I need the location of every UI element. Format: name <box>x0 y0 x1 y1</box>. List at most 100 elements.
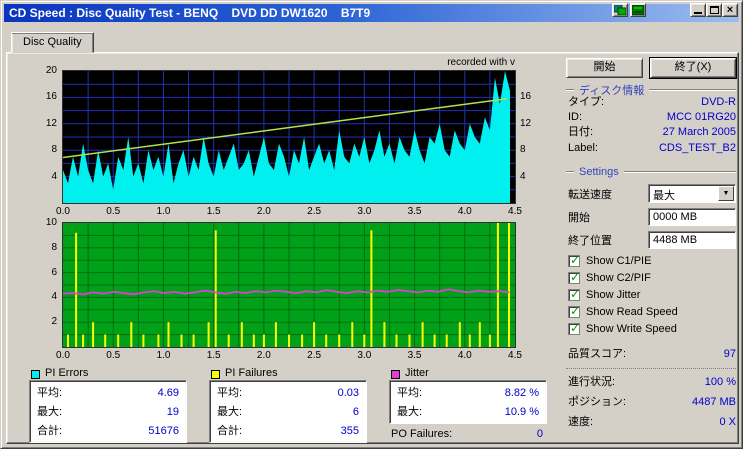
minimize-icon <box>694 12 702 14</box>
stat-value: 0.03 <box>338 384 359 403</box>
close-button[interactable]: × <box>722 3 738 17</box>
speed-label: 転送速度 <box>568 189 612 202</box>
tick-label: 1.5 <box>204 206 224 217</box>
pi-errors-left-axis: 20161284 <box>35 71 59 203</box>
start-position-input[interactable]: 0000 MB <box>648 208 736 226</box>
tick-label: 20 <box>46 65 57 76</box>
pi-failures-left-axis: 108642 <box>35 223 59 347</box>
stat-label: 平均: <box>397 384 422 403</box>
checkbox-label: Show Read Speed <box>586 306 678 318</box>
jitter-stats-box: 平均: 8.82 % 最大:10.9 % <box>389 380 547 424</box>
kv-label: Label: <box>568 142 598 155</box>
stat-row: 最大: 19 <box>37 403 179 422</box>
pi-failures-stats-box: 平均: 0.03 最大:6 合計:355 <box>209 380 367 443</box>
stat-row: 平均: 4.69 <box>37 384 179 403</box>
maximize-button[interactable] <box>706 3 722 17</box>
po-failures-row: PO Failures: 0 <box>391 428 543 440</box>
checkbox[interactable] <box>568 306 580 318</box>
tick-label: 4 <box>51 291 57 302</box>
checkbox[interactable] <box>568 255 580 267</box>
stat-row: 平均: 0.03 <box>217 384 359 403</box>
start-button[interactable]: 開始 <box>566 58 643 78</box>
close-icon: × <box>727 5 733 15</box>
show-jitter-checkbox-row[interactable]: Show Jitter <box>568 288 736 302</box>
checkbox[interactable] <box>568 272 580 284</box>
group-line <box>624 171 736 173</box>
progress-row: 進行状況:100 % <box>568 376 736 389</box>
tick-label: 12 <box>46 118 57 129</box>
tick-label: 4.0 <box>455 350 475 361</box>
show-write-speed-checkbox-row[interactable]: Show Write Speed <box>568 322 736 336</box>
tick-label: 2.0 <box>254 350 274 361</box>
checkbox[interactable] <box>568 323 580 335</box>
pi-errors-swatch <box>31 370 40 379</box>
exit-button[interactable]: 終了(X) <box>650 58 736 78</box>
end-position-input[interactable]: 4488 MB <box>648 231 736 249</box>
window-title: CD Speed : Disc Quality Test - BENQ DVD … <box>9 6 370 20</box>
show-read-speed-checkbox-row[interactable]: Show Read Speed <box>568 305 736 319</box>
stat-row: 平均: 8.82 % <box>397 384 539 403</box>
speed-stat-value: 0 X <box>719 416 736 429</box>
disc-window-glyph <box>632 5 644 15</box>
recorded-with-dropdown[interactable]: recorded with v <box>361 57 515 68</box>
stat-label: 平均: <box>37 384 62 403</box>
disc-label-row: Label:CDS_TEST_B2 <box>568 142 736 155</box>
titlebar-chart-icon[interactable] <box>612 3 628 17</box>
maximize-icon <box>710 6 719 14</box>
titlebar-disc-icon[interactable] <box>630 3 646 17</box>
quality-score-label: 品質スコア: <box>568 348 626 361</box>
show-c2-pif-checkbox-row[interactable]: Show C2/PIF <box>568 271 736 285</box>
tab-label: Disc Quality <box>23 36 82 48</box>
pi-errors-stats-box: 平均: 4.69 最大: 19 合計:51676 <box>29 380 187 443</box>
tick-label: 1.5 <box>204 350 224 361</box>
stat-row: 合計:355 <box>217 422 359 441</box>
jitter-legend-title: Jitter <box>405 367 429 379</box>
combo-arrow-button[interactable]: ▼ <box>718 186 734 201</box>
checkbox-label: Show C1/PIE <box>586 255 651 267</box>
tick-label: 16 <box>520 91 531 102</box>
stat-row: 最大:10.9 % <box>397 403 539 422</box>
stat-label: 合計: <box>37 422 62 441</box>
pi-errors-x-axis: 0.00.51.01.52.02.53.03.54.04.5 <box>63 206 515 218</box>
stat-row: 合計:51676 <box>37 422 179 441</box>
stat-value: 4.69 <box>158 384 179 403</box>
tick-label: 0.5 <box>103 350 123 361</box>
tick-label: 4.5 <box>505 350 525 361</box>
stat-value: 8.82 % <box>505 384 539 403</box>
position-label: ポジション: <box>568 396 626 409</box>
group-line <box>566 89 574 91</box>
tick-label: 4.0 <box>455 206 475 217</box>
minimize-button[interactable] <box>690 3 706 17</box>
tab-disc-quality[interactable]: Disc Quality <box>11 32 94 53</box>
disc-id-row: ID:MCC 01RG20 <box>568 111 736 124</box>
tick-label: 3.5 <box>405 350 425 361</box>
stat-value: 19 <box>167 403 179 422</box>
tick-label: 4.5 <box>505 206 525 217</box>
app-window: CD Speed : Disc Quality Test - BENQ DVD … <box>0 0 743 449</box>
quality-score-value: 97 <box>724 348 736 361</box>
stat-row: 最大:6 <box>217 403 359 422</box>
position-row: ポジション:4487 MB <box>568 396 736 409</box>
tick-label: 0.5 <box>103 206 123 217</box>
tick-label: 1.0 <box>153 206 173 217</box>
jitter-swatch <box>391 370 400 379</box>
pi-errors-chart <box>63 71 515 203</box>
speed-select[interactable]: 最大 ▼ <box>648 184 736 203</box>
pi-failures-x-axis: 0.00.51.01.52.02.53.03.54.04.5 <box>63 350 515 362</box>
tick-label: 8 <box>520 144 526 155</box>
tick-label: 2.0 <box>254 206 274 217</box>
start-pos-label: 開始 <box>568 212 590 225</box>
stat-label: 最大: <box>37 403 62 422</box>
checkbox[interactable] <box>568 289 580 301</box>
quality-score-row: 品質スコア: 97 <box>568 348 736 361</box>
kv-label: ID: <box>568 111 582 124</box>
speed-stat-row: 速度:0 X <box>568 416 736 429</box>
stat-label: 平均: <box>217 384 242 403</box>
chevron-down-icon: v <box>510 57 515 68</box>
titlebar[interactable]: CD Speed : Disc Quality Test - BENQ DVD … <box>4 4 739 22</box>
disc-type-row: タイプ:DVD-R <box>568 96 736 109</box>
tick-label: 4 <box>51 171 57 182</box>
show-c1-pie-checkbox-row[interactable]: Show C1/PIE <box>568 254 736 268</box>
tick-label: 3.5 <box>405 206 425 217</box>
end-pos-label: 終了位置 <box>568 235 612 248</box>
